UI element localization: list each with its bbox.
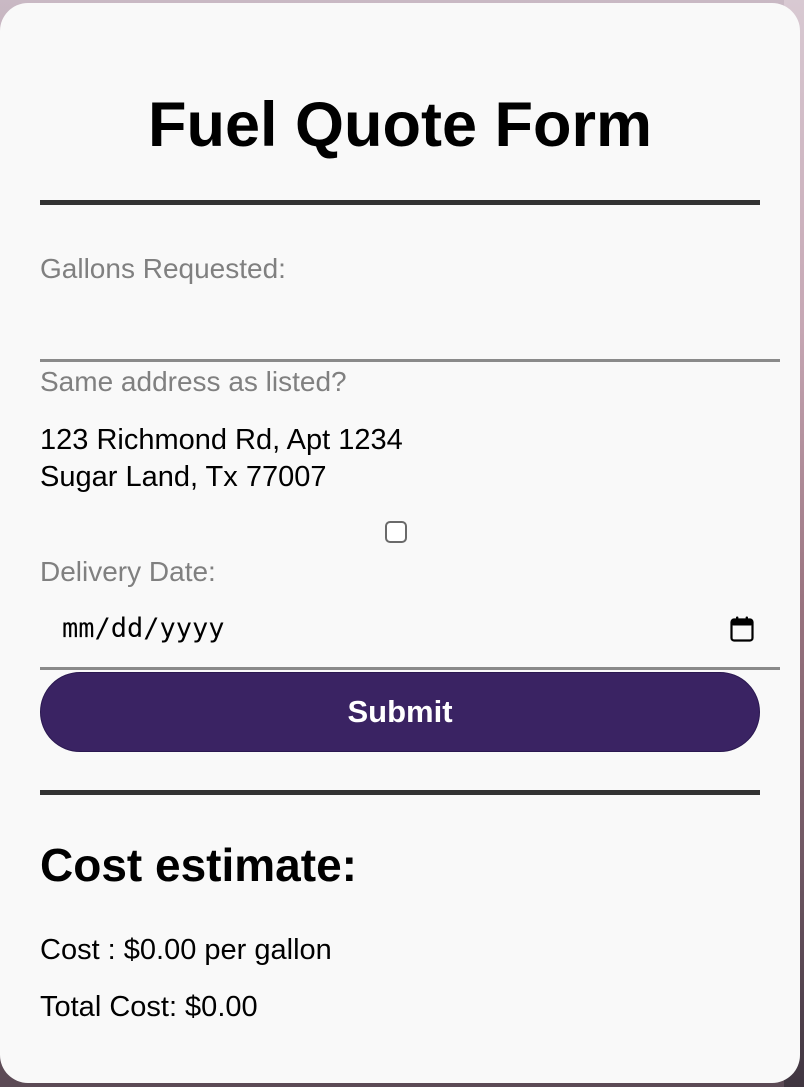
total-cost: Total Cost: $0.00 (40, 991, 258, 1023)
submit-button[interactable]: Submit (40, 672, 760, 752)
gallons-input-underline (40, 359, 780, 362)
delivery-date-label: Delivery Date: (40, 556, 216, 587)
title-divider (40, 200, 760, 205)
cost-per-gallon: Cost : $0.00 per gallon (40, 934, 332, 966)
cost-estimate-heading: Cost estimate: (40, 839, 357, 891)
address-line-1: 123 Richmond Rd, Apt 1234 (40, 424, 403, 456)
listed-address: 123 Richmond Rd, Apt 1234 Sugar Land, Tx… (40, 422, 403, 496)
same-address-checkbox[interactable] (385, 521, 407, 543)
delivery-date-underline (40, 667, 780, 670)
calendar-icon[interactable] (730, 616, 754, 642)
fuel-quote-card: Fuel Quote Form Gallons Requested: Same … (0, 3, 800, 1083)
page-title: Fuel Quote Form (148, 90, 652, 160)
estimate-divider (40, 790, 760, 795)
delivery-date-input[interactable]: mm/dd/yyyy (62, 611, 225, 647)
same-address-label: Same address as listed? (40, 366, 347, 397)
gallons-input[interactable] (40, 293, 784, 361)
gallons-label: Gallons Requested: (40, 253, 286, 284)
address-line-2: Sugar Land, Tx 77007 (40, 461, 327, 493)
